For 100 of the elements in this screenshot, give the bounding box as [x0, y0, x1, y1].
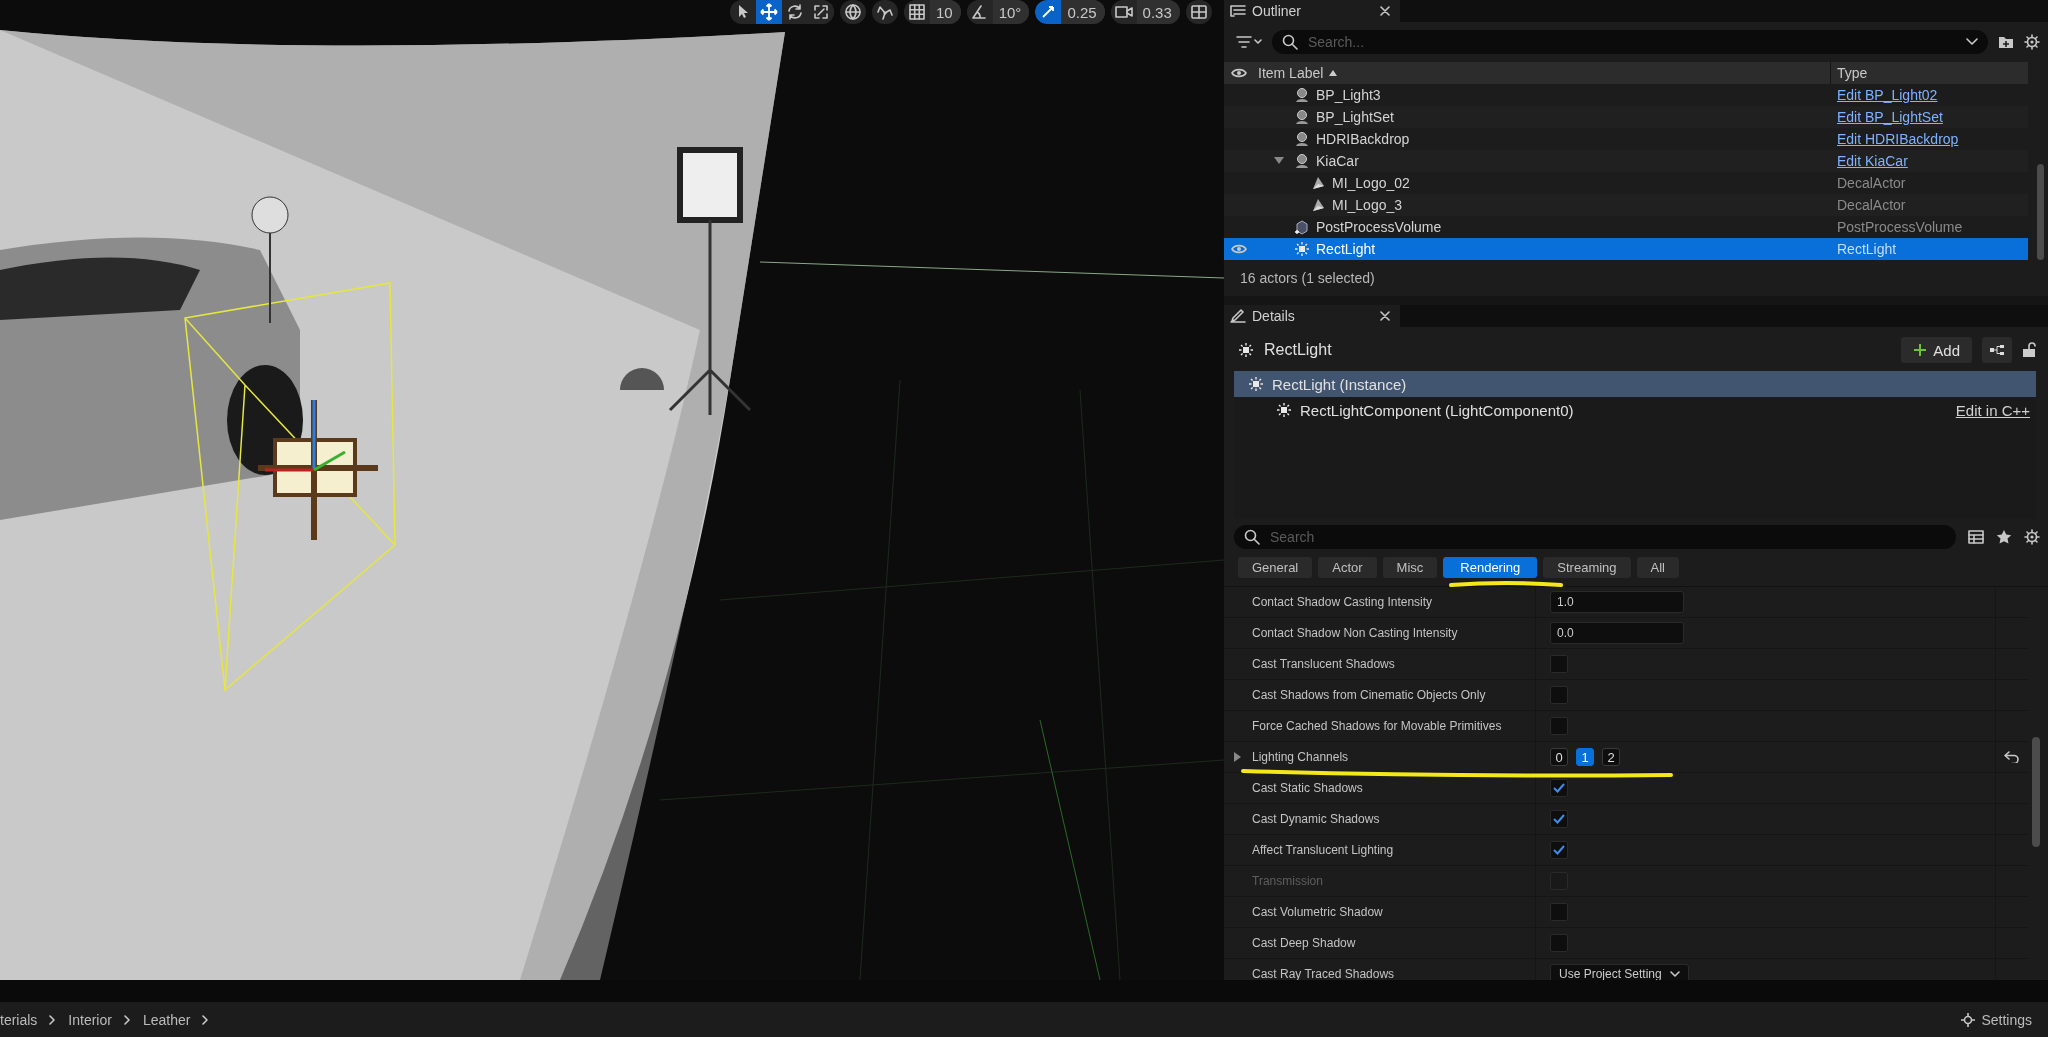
add-component-button[interactable]: Add — [1901, 337, 1972, 363]
edit-link[interactable]: Edit HDRIBackdrop — [1837, 131, 1959, 147]
category-tab[interactable]: All — [1636, 557, 1679, 578]
item-label: RectLight — [1316, 241, 1376, 257]
type-label: RectLight — [1837, 241, 1897, 257]
outliner-row[interactable]: RectLight RectLight — [1224, 238, 2028, 260]
star-icon[interactable] — [1996, 529, 2012, 545]
search-bar[interactable]: Search... — [1272, 30, 1988, 54]
category-tab[interactable]: Misc — [1382, 557, 1438, 578]
channel-toggle[interactable]: 0 — [1550, 748, 1568, 766]
eye-icon[interactable] — [1231, 67, 1247, 79]
actor-icon — [1294, 109, 1310, 125]
breadcrumb-item[interactable]: Leather — [142, 1011, 191, 1028]
edit-link[interactable]: Edit KiaCar — [1837, 153, 1908, 169]
property-label: Transmission — [1251, 874, 1323, 888]
checkbox[interactable] — [1550, 779, 1568, 797]
pencil-icon — [1230, 309, 1246, 323]
hierarchy-button[interactable] — [1982, 337, 2012, 363]
checkmark-icon — [1553, 845, 1565, 855]
table-icon[interactable] — [1968, 530, 1984, 544]
surface-snap-icon — [876, 3, 894, 21]
checkbox[interactable] — [1550, 934, 1568, 952]
reset-icon[interactable] — [2004, 751, 2020, 763]
checkmark-icon — [1553, 814, 1565, 824]
breadcrumb-item[interactable]: Interior — [68, 1011, 112, 1028]
snap-value-button[interactable]: 0.33 — [1136, 0, 1180, 24]
actor-name: RectLight — [1264, 341, 1332, 359]
property-label: Cast Ray Traced Shadows — [1251, 967, 1395, 980]
search-field[interactable]: Search... — [1306, 33, 1958, 51]
outliner-row[interactable]: BP_LightSet Edit BP_LightSet — [1224, 106, 2028, 128]
scale-icon — [812, 3, 830, 21]
grid-icon — [908, 3, 926, 21]
scrollbar[interactable] — [2037, 164, 2044, 260]
search-field[interactable]: Search — [1268, 528, 1946, 546]
search-icon — [1244, 529, 1260, 545]
item-label: HDRIBackdrop — [1316, 131, 1410, 147]
outliner-row[interactable]: MI_Logo_3 DecalActor — [1224, 194, 2028, 216]
chevron-right-icon — [49, 1014, 57, 1025]
checkbox[interactable] — [1550, 903, 1568, 921]
column-header[interactable]: Item Label — [1258, 65, 1324, 81]
property-label: Affect Translucent Lighting — [1251, 843, 1394, 857]
checkbox[interactable] — [1550, 810, 1568, 828]
snap-value-button[interactable]: 10 — [930, 0, 961, 24]
number-field[interactable]: 0.0 — [1550, 622, 1684, 644]
category-tab[interactable]: Rendering — [1443, 557, 1538, 578]
filter-icon[interactable] — [1236, 35, 1262, 49]
channel-toggle[interactable]: 2 — [1602, 748, 1620, 766]
search-bar[interactable]: Search — [1234, 525, 1956, 549]
checkbox[interactable] — [1550, 686, 1568, 704]
lock-icon[interactable] — [2022, 342, 2036, 358]
item-label: PostProcessVolume — [1316, 219, 1442, 235]
dropdown[interactable]: Use Project Setting — [1550, 964, 1689, 980]
globe-icon — [844, 3, 862, 21]
edit-link[interactable]: Edit in C++ — [1955, 401, 2030, 419]
item-label: BP_Light3 — [1316, 87, 1381, 103]
actor-count: 16 actors (1 selected) — [1239, 269, 1376, 288]
category-tab[interactable]: General — [1238, 557, 1313, 578]
folder-plus-icon[interactable] — [1998, 35, 2014, 49]
light-icon — [1294, 241, 1310, 257]
scrollbar[interactable] — [2032, 737, 2040, 847]
checkbox[interactable] — [1550, 717, 1568, 735]
breadcrumb-item[interactable]: terials — [0, 1011, 38, 1028]
type-label: DecalActor — [1837, 175, 1906, 191]
number-field[interactable]: 1.0 — [1550, 591, 1684, 613]
component-row[interactable]: RectLightComponent (LightComponent0) Edit in C++ — [1234, 397, 2036, 423]
type-label: PostProcessVolume — [1837, 219, 1963, 235]
settings-button[interactable]: Settings — [1955, 1010, 2038, 1029]
light-icon — [1248, 376, 1264, 392]
chevron-down-icon — [1669, 970, 1680, 978]
type-label: DecalActor — [1837, 197, 1906, 213]
expand-arrow-icon[interactable] — [1234, 752, 1242, 762]
settings-icon[interactable] — [2024, 34, 2040, 50]
checkmark-icon — [1553, 783, 1565, 793]
checkbox[interactable] — [1550, 841, 1568, 859]
category-tab[interactable]: Streaming — [1543, 557, 1631, 578]
column-header[interactable]: Type — [1837, 65, 1868, 81]
item-label: MI_Logo_3 — [1332, 197, 1403, 213]
outliner-row[interactable]: KiaCar Edit KiaCar — [1224, 150, 2028, 172]
snap-toggle-button[interactable] — [1035, 0, 1062, 24]
edit-link[interactable]: Edit BP_Light02 — [1837, 87, 1938, 103]
tool-button[interactable] — [756, 0, 782, 24]
edit-link[interactable]: Edit BP_LightSet — [1837, 109, 1943, 125]
checkbox[interactable] — [1550, 655, 1568, 673]
video-camera-icon — [1114, 3, 1133, 21]
property-label: Cast Volumetric Shadow — [1251, 905, 1383, 919]
property-label: Cast Shadows from Cinematic Objects Only — [1251, 688, 1486, 702]
channel-toggle[interactable]: 1 — [1576, 748, 1594, 766]
component-row[interactable]: RectLight (Instance) — [1234, 371, 2036, 397]
category-tab[interactable]: Actor — [1318, 557, 1377, 578]
settings-icon — [1961, 1012, 1976, 1027]
settings-icon[interactable] — [2024, 529, 2040, 545]
component-label: RectLightComponent (LightComponent0) — [1300, 401, 1574, 419]
property-label: Cast Dynamic Shadows — [1251, 812, 1380, 826]
search-icon — [1282, 34, 1298, 50]
chevron-right-icon — [202, 1014, 210, 1025]
sort-ascending-icon — [1329, 70, 1338, 76]
close-icon[interactable] — [1380, 6, 1390, 16]
tree-caret-icon[interactable] — [1274, 157, 1284, 165]
snap-value-button[interactable]: 0.25 — [1061, 0, 1105, 24]
close-icon[interactable] — [1380, 311, 1390, 321]
